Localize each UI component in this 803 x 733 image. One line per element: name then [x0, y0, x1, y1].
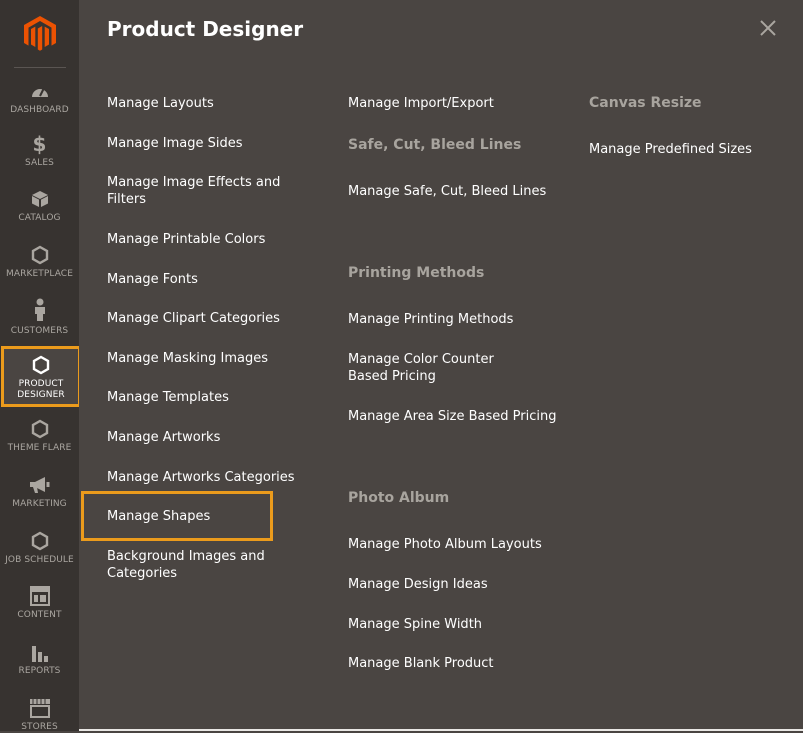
product-designer-flyout: Product Designer Manage Layouts Manage I…: [79, 0, 803, 731]
sidebar-item-label: REPORTS: [18, 666, 61, 676]
menu-link-manage-masking-images[interactable]: Manage Masking Images: [107, 350, 268, 367]
menu-link-manage-color-counter[interactable]: Manage Color Counter Based Pricing: [348, 351, 528, 385]
hexagon-icon: [30, 354, 52, 376]
menu-link-manage-image-sides[interactable]: Manage Image Sides: [107, 135, 243, 152]
sidebar-item-customers[interactable]: CUSTOMERS: [0, 297, 79, 337]
group-title-photo-album: Photo Album: [348, 490, 450, 506]
highlight-manage-shapes: [81, 491, 273, 541]
menu-link-manage-templates[interactable]: Manage Templates: [107, 389, 229, 406]
menu-link-manage-design-ideas[interactable]: Manage Design Ideas: [348, 576, 488, 593]
menu-link-manage-blank-product[interactable]: Manage Blank Product: [348, 655, 494, 672]
hexagon-icon: [29, 418, 51, 440]
sidebar-item-label: JOB SCHEDULE: [5, 555, 74, 565]
sidebar-item-label: CONTENT: [17, 610, 62, 620]
sidebar-item-dashboard[interactable]: DASHBOARD: [0, 80, 79, 116]
sidebar-item-label: PRODUCT DESIGNER: [17, 379, 65, 400]
menu-link-manage-photo-album-layouts[interactable]: Manage Photo Album Layouts: [348, 536, 542, 553]
sidebar-item-label: SALES: [25, 158, 54, 168]
logo-separator: [14, 67, 66, 68]
sidebar-item-label: CATALOG: [18, 213, 61, 223]
sidebar-item-marketing[interactable]: MARKETING: [0, 474, 79, 510]
sidebar-item-marketplace[interactable]: MARKETPLACE: [0, 244, 79, 280]
group-title-safe-cut-bleed: Safe, Cut, Bleed Lines: [348, 137, 522, 153]
sidebar-item-product-designer[interactable]: PRODUCT DESIGNER: [1, 346, 81, 407]
box-icon: [29, 188, 51, 210]
hexagon-icon: [29, 244, 51, 266]
menu-link-manage-printable-colors[interactable]: Manage Printable Colors: [107, 231, 265, 248]
sidebar-item-job-schedule[interactable]: JOB SCHEDULE: [0, 530, 79, 566]
sidebar-item-reports[interactable]: REPORTS: [0, 641, 79, 677]
close-icon: [760, 20, 776, 36]
hexagon-icon: [29, 530, 51, 552]
menu-link-background-images[interactable]: Background Images and Categories: [107, 548, 277, 582]
page-title: Product Designer: [107, 17, 304, 41]
bar-chart-icon: [29, 641, 51, 663]
sidebar-item-content[interactable]: CONTENT: [0, 585, 79, 621]
sidebar-item-theme-flare[interactable]: THEME FLARE: [0, 418, 79, 454]
menu-link-manage-layouts[interactable]: Manage Layouts: [107, 95, 214, 112]
person-icon: [29, 297, 51, 323]
menu-link-manage-area-size[interactable]: Manage Area Size Based Pricing: [348, 408, 557, 425]
group-title-canvas-resize: Canvas Resize: [589, 95, 702, 111]
sidebar-item-label: CUSTOMERS: [10, 326, 69, 336]
sidebar-item-label: THEME FLARE: [7, 443, 72, 453]
sidebar-item-catalog[interactable]: CATALOG: [0, 188, 79, 224]
close-button[interactable]: [757, 17, 779, 39]
menu-link-manage-spine-width[interactable]: Manage Spine Width: [348, 616, 482, 633]
sidebar-item-label: MARKETPLACE: [6, 269, 73, 279]
menu-link-manage-import-export[interactable]: Manage Import/Export: [348, 95, 494, 112]
sidebar-item-label: DASHBOARD: [10, 105, 69, 115]
menu-link-manage-artworks-categories[interactable]: Manage Artworks Categories: [107, 469, 295, 486]
magento-logo-icon: [23, 16, 56, 51]
menu-link-manage-artworks[interactable]: Manage Artworks: [107, 429, 220, 446]
dashboard-icon: [29, 80, 51, 102]
sidebar-item-sales[interactable]: $ SALES: [0, 132, 79, 169]
menu-link-manage-fonts[interactable]: Manage Fonts: [107, 271, 198, 288]
sidebar-item-label: MARKETING: [12, 499, 67, 509]
sidebar-item-stores[interactable]: STORES: [0, 697, 79, 733]
dollar-icon: $: [32, 132, 47, 156]
sidebar-item-label: STORES: [21, 722, 58, 732]
menu-link-manage-clipart-categories[interactable]: Manage Clipart Categories: [107, 310, 280, 327]
menu-link-manage-predefined-sizes[interactable]: Manage Predefined Sizes: [589, 141, 752, 158]
admin-sidebar: DASHBOARD $ SALES CATALOG MARKETPLACE CU…: [0, 0, 81, 733]
group-title-printing-methods: Printing Methods: [348, 265, 485, 281]
menu-link-manage-printing-methods[interactable]: Manage Printing Methods: [348, 311, 513, 328]
layout-icon: [29, 585, 51, 607]
store-icon: [29, 697, 51, 719]
magento-logo[interactable]: [0, 0, 79, 68]
megaphone-icon: [29, 474, 51, 496]
menu-link-manage-safe-cut-bleed[interactable]: Manage Safe, Cut, Bleed Lines: [348, 183, 546, 200]
menu-link-manage-image-effects[interactable]: Manage Image Effects and Filters: [107, 174, 287, 208]
